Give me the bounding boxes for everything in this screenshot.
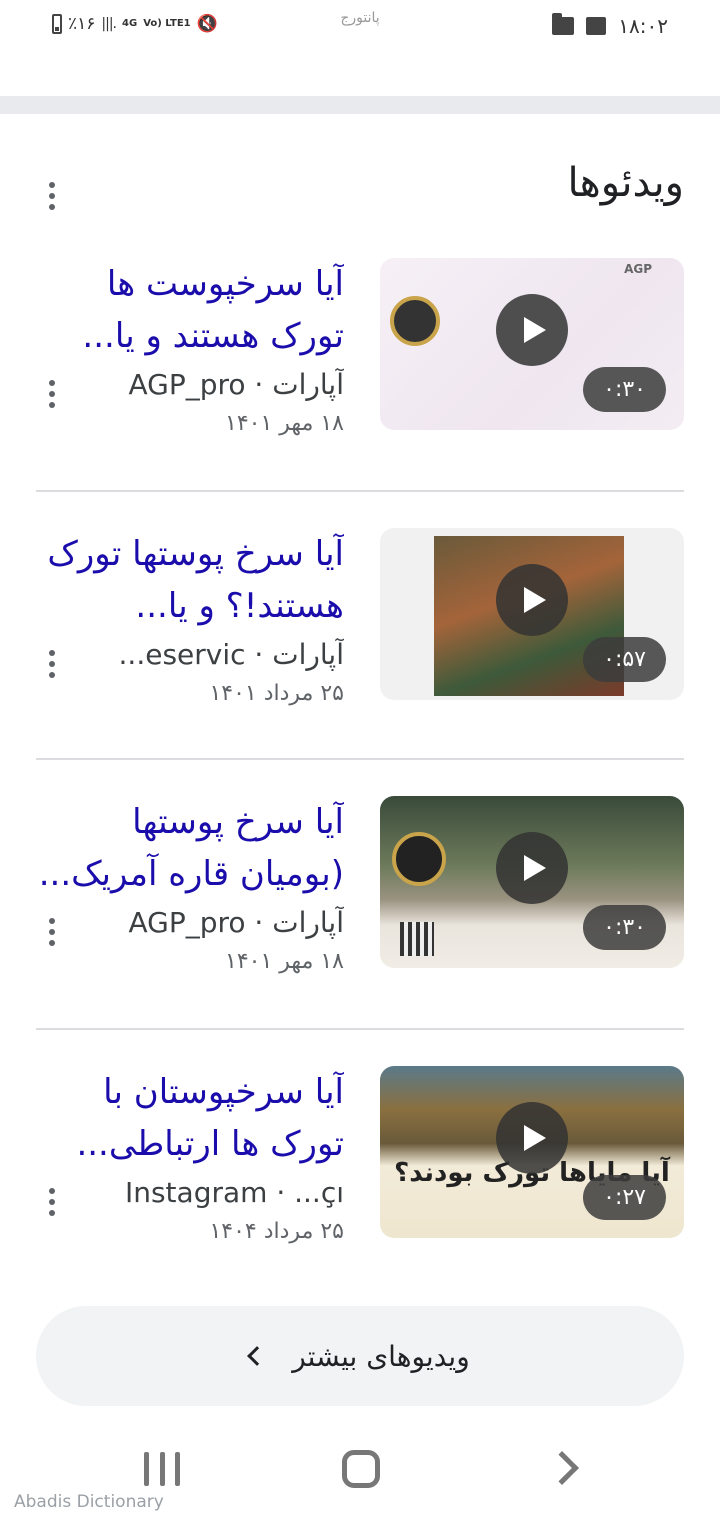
back-icon[interactable] [545,1451,579,1485]
video-info: آیا سرخ پوستها (بومیان قاره آمریک... آپا… [24,796,344,974]
video-card[interactable]: آیا سرخپوست ها تورک هستند و یا... آپارات… [36,258,684,488]
video-date: ۲۵ مرداد ۱۴۰۱ [209,681,344,706]
video-info: آیا سرخ پوستها تورک هستند!؟ و یا... آپار… [24,528,344,706]
thumbnail-tag: AGP [624,262,652,276]
video-duration: ۰:۵۷ [583,637,666,682]
play-icon[interactable] [496,1102,568,1175]
card-divider [36,1028,684,1030]
recent-apps-icon[interactable] [144,1452,180,1486]
video-source: آپارات · AGP_pro [128,368,344,401]
video-date: ۱۸ مهر ۱۴۰۱ [225,411,344,436]
section-more-options-icon[interactable] [40,178,64,214]
status-right: ۱۸:۰۲ [552,13,668,38]
play-icon[interactable] [496,294,568,367]
video-duration: ۰:۳۰ [583,367,666,412]
video-card[interactable]: آیا سرخ پوستها تورک هستند!؟ و یا... آپار… [36,528,684,758]
home-icon[interactable] [342,1450,380,1488]
video-card[interactable]: آیا سرخ پوستها (بومیان قاره آمریک... آپا… [36,796,684,1026]
video-card[interactable]: آیا سرخپوستان با تورک ها ارتباطی... Inst… [36,1066,684,1296]
video-thumbnail[interactable]: آیا مایاها تورک بودند؟ ۰:۲۷ [380,1066,684,1238]
video-duration: ۰:۲۷ [583,1175,666,1220]
gallery-icon [586,17,607,35]
folder-icon [552,13,575,35]
status-bar: ٪۱۶ |||. 4G Vo) LTE1 🔇 پانتورج ۱۸:۰۲ [0,0,720,56]
video-duration: ۰:۳۰ [583,905,666,950]
video-info: آیا سرخپوستان با تورک ها ارتباطی... Inst… [24,1066,344,1244]
video-title[interactable]: آیا سرخ پوستها (بومیان قاره آمریک... [24,796,344,900]
video-date: ۲۵ مرداد ۱۴۰۴ [209,1219,344,1244]
section-divider [0,96,720,114]
video-thumbnail[interactable]: ۰:۵۷ [380,528,684,700]
video-thumbnail[interactable]: ۰:۳۰ [380,796,684,968]
play-icon[interactable] [496,564,568,637]
card-divider [36,490,684,492]
video-source: Instagram · ...çı [124,1176,344,1209]
chevron-left-icon [247,1346,268,1366]
video-source: آپارات · AGP_pro [128,906,344,939]
more-videos-button[interactable]: ویدیوهای بیشتر [36,1306,684,1406]
status-time: ۱۸:۰۲ [618,14,668,38]
video-title[interactable]: آیا سرخپوست ها تورک هستند و یا... [24,258,344,362]
video-more-options-icon[interactable] [40,1184,64,1220]
watermark: Abadis Dictionary [14,1492,164,1512]
video-date: ۱۸ مهر ۱۴۰۱ [225,949,344,974]
video-thumbnail[interactable]: AGP ۰:۳۰ [380,258,684,430]
channel-logo [392,832,446,886]
video-more-options-icon[interactable] [40,914,64,950]
channel-logo [390,296,440,346]
video-title[interactable]: آیا سرخ پوستها تورک هستند!؟ و یا... [24,528,344,632]
qr-code-icon [400,922,434,956]
section-title: ویدئوها [567,160,684,206]
video-more-options-icon[interactable] [40,376,64,412]
play-icon[interactable] [496,832,568,905]
video-more-options-icon[interactable] [40,646,64,682]
video-title[interactable]: آیا سرخپوستان با تورک ها ارتباطی... [24,1066,344,1170]
card-divider [36,758,684,760]
video-source: آپارات · eservic... [118,638,344,671]
video-info: آیا سرخپوست ها تورک هستند و یا... آپارات… [24,258,344,436]
more-videos-label: ویدیوهای بیشتر [292,1339,470,1373]
